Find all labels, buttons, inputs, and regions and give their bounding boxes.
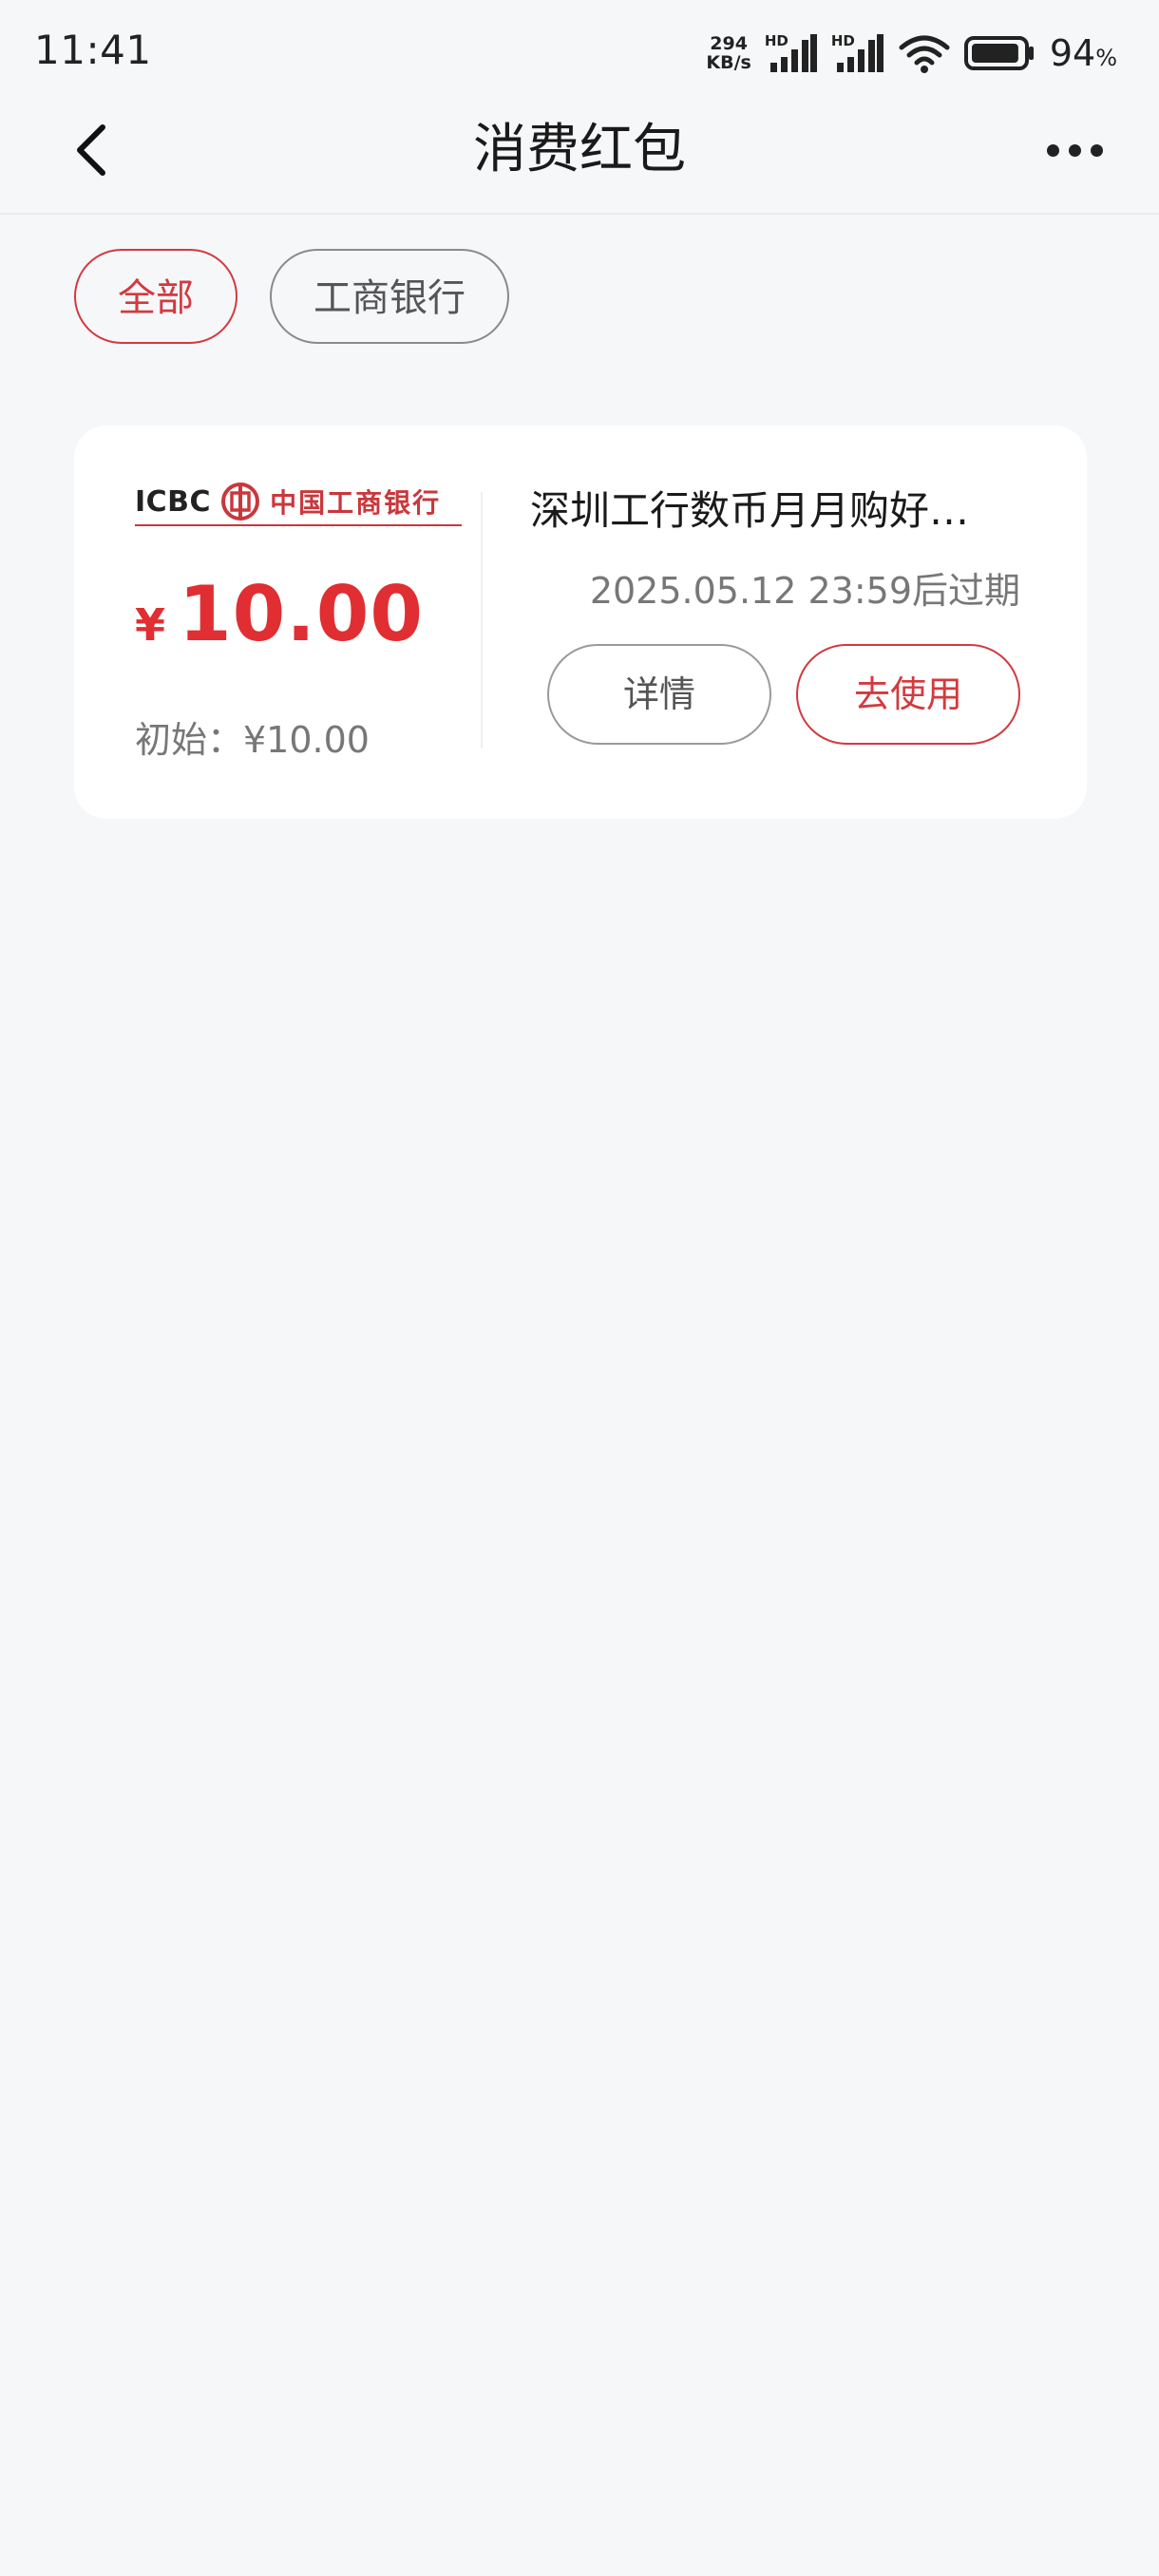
card-divider: [481, 492, 483, 748]
detail-button[interactable]: 详情: [547, 644, 771, 745]
battery-value: 94: [1049, 32, 1096, 74]
signal-sim1-icon: HD: [765, 32, 818, 74]
logo-cn-text: 中国工商银行: [270, 487, 442, 519]
nav-bar: 消费红包: [0, 103, 1159, 215]
wifi-icon: [899, 35, 950, 73]
filter-chip-icbc[interactable]: 工商银行: [270, 249, 509, 344]
coupon-actions: 详情 去使用: [530, 644, 1020, 745]
logo-icbc-text: ICBC: [135, 484, 212, 519]
signal-sim2-icon: HD: [831, 32, 884, 74]
battery-percentage: 94%: [1050, 32, 1117, 74]
expiry-date: 2025.05.12 23:59后过期: [589, 570, 1020, 612]
filter-chip-all[interactable]: 全部: [74, 249, 238, 344]
coupon-value-section: ICBC 中国工商银行 ¥ 10.00 初始：¥10.00: [135, 481, 467, 766]
currency-symbol: ¥: [135, 599, 166, 651]
status-time: 11:41: [34, 27, 152, 73]
more-dots-icon: [1068, 143, 1081, 157]
more-button[interactable]: [1032, 123, 1117, 177]
sim2-hd-label: HD: [830, 32, 855, 49]
battery-unit: %: [1095, 45, 1117, 71]
more-dots-icon: [1090, 143, 1103, 157]
battery-icon: [963, 36, 1034, 70]
coupon-name: 深圳工行数币月月购好…: [530, 487, 970, 534]
sim1-hd-label: HD: [764, 32, 788, 49]
coupon-info-section: 深圳工行数币月月购好… 2025.05.12 23:59后过期 详情 去使用: [530, 479, 1062, 745]
page-title: 消费红包: [473, 119, 686, 180]
status-icons: 294 KB/s HD HD 94%: [706, 28, 1117, 78]
coupon-card[interactable]: ICBC 中国工商银行 ¥ 10.00 初始：¥10.00 深圳工行数币月月购好…: [74, 426, 1087, 819]
coupon-amount: ¥ 10.00: [135, 570, 424, 658]
icbc-emblem-icon: [221, 483, 260, 521]
use-button[interactable]: 去使用: [796, 644, 1020, 745]
amount-value: 10.00: [179, 570, 425, 658]
status-bar: 11:41 294 KB/s HD HD 94%: [0, 0, 1159, 103]
network-speed-value: 294: [710, 33, 748, 54]
initial-amount: 初始：¥10.00: [135, 719, 370, 761]
network-speed-unit: KB/s: [706, 52, 751, 73]
icbc-logo: ICBC 中国工商银行: [135, 481, 462, 526]
more-dots-icon: [1046, 143, 1059, 157]
network-speed: 294 KB/s: [706, 34, 750, 72]
filter-tabs: 全部 工商银行: [74, 249, 509, 344]
